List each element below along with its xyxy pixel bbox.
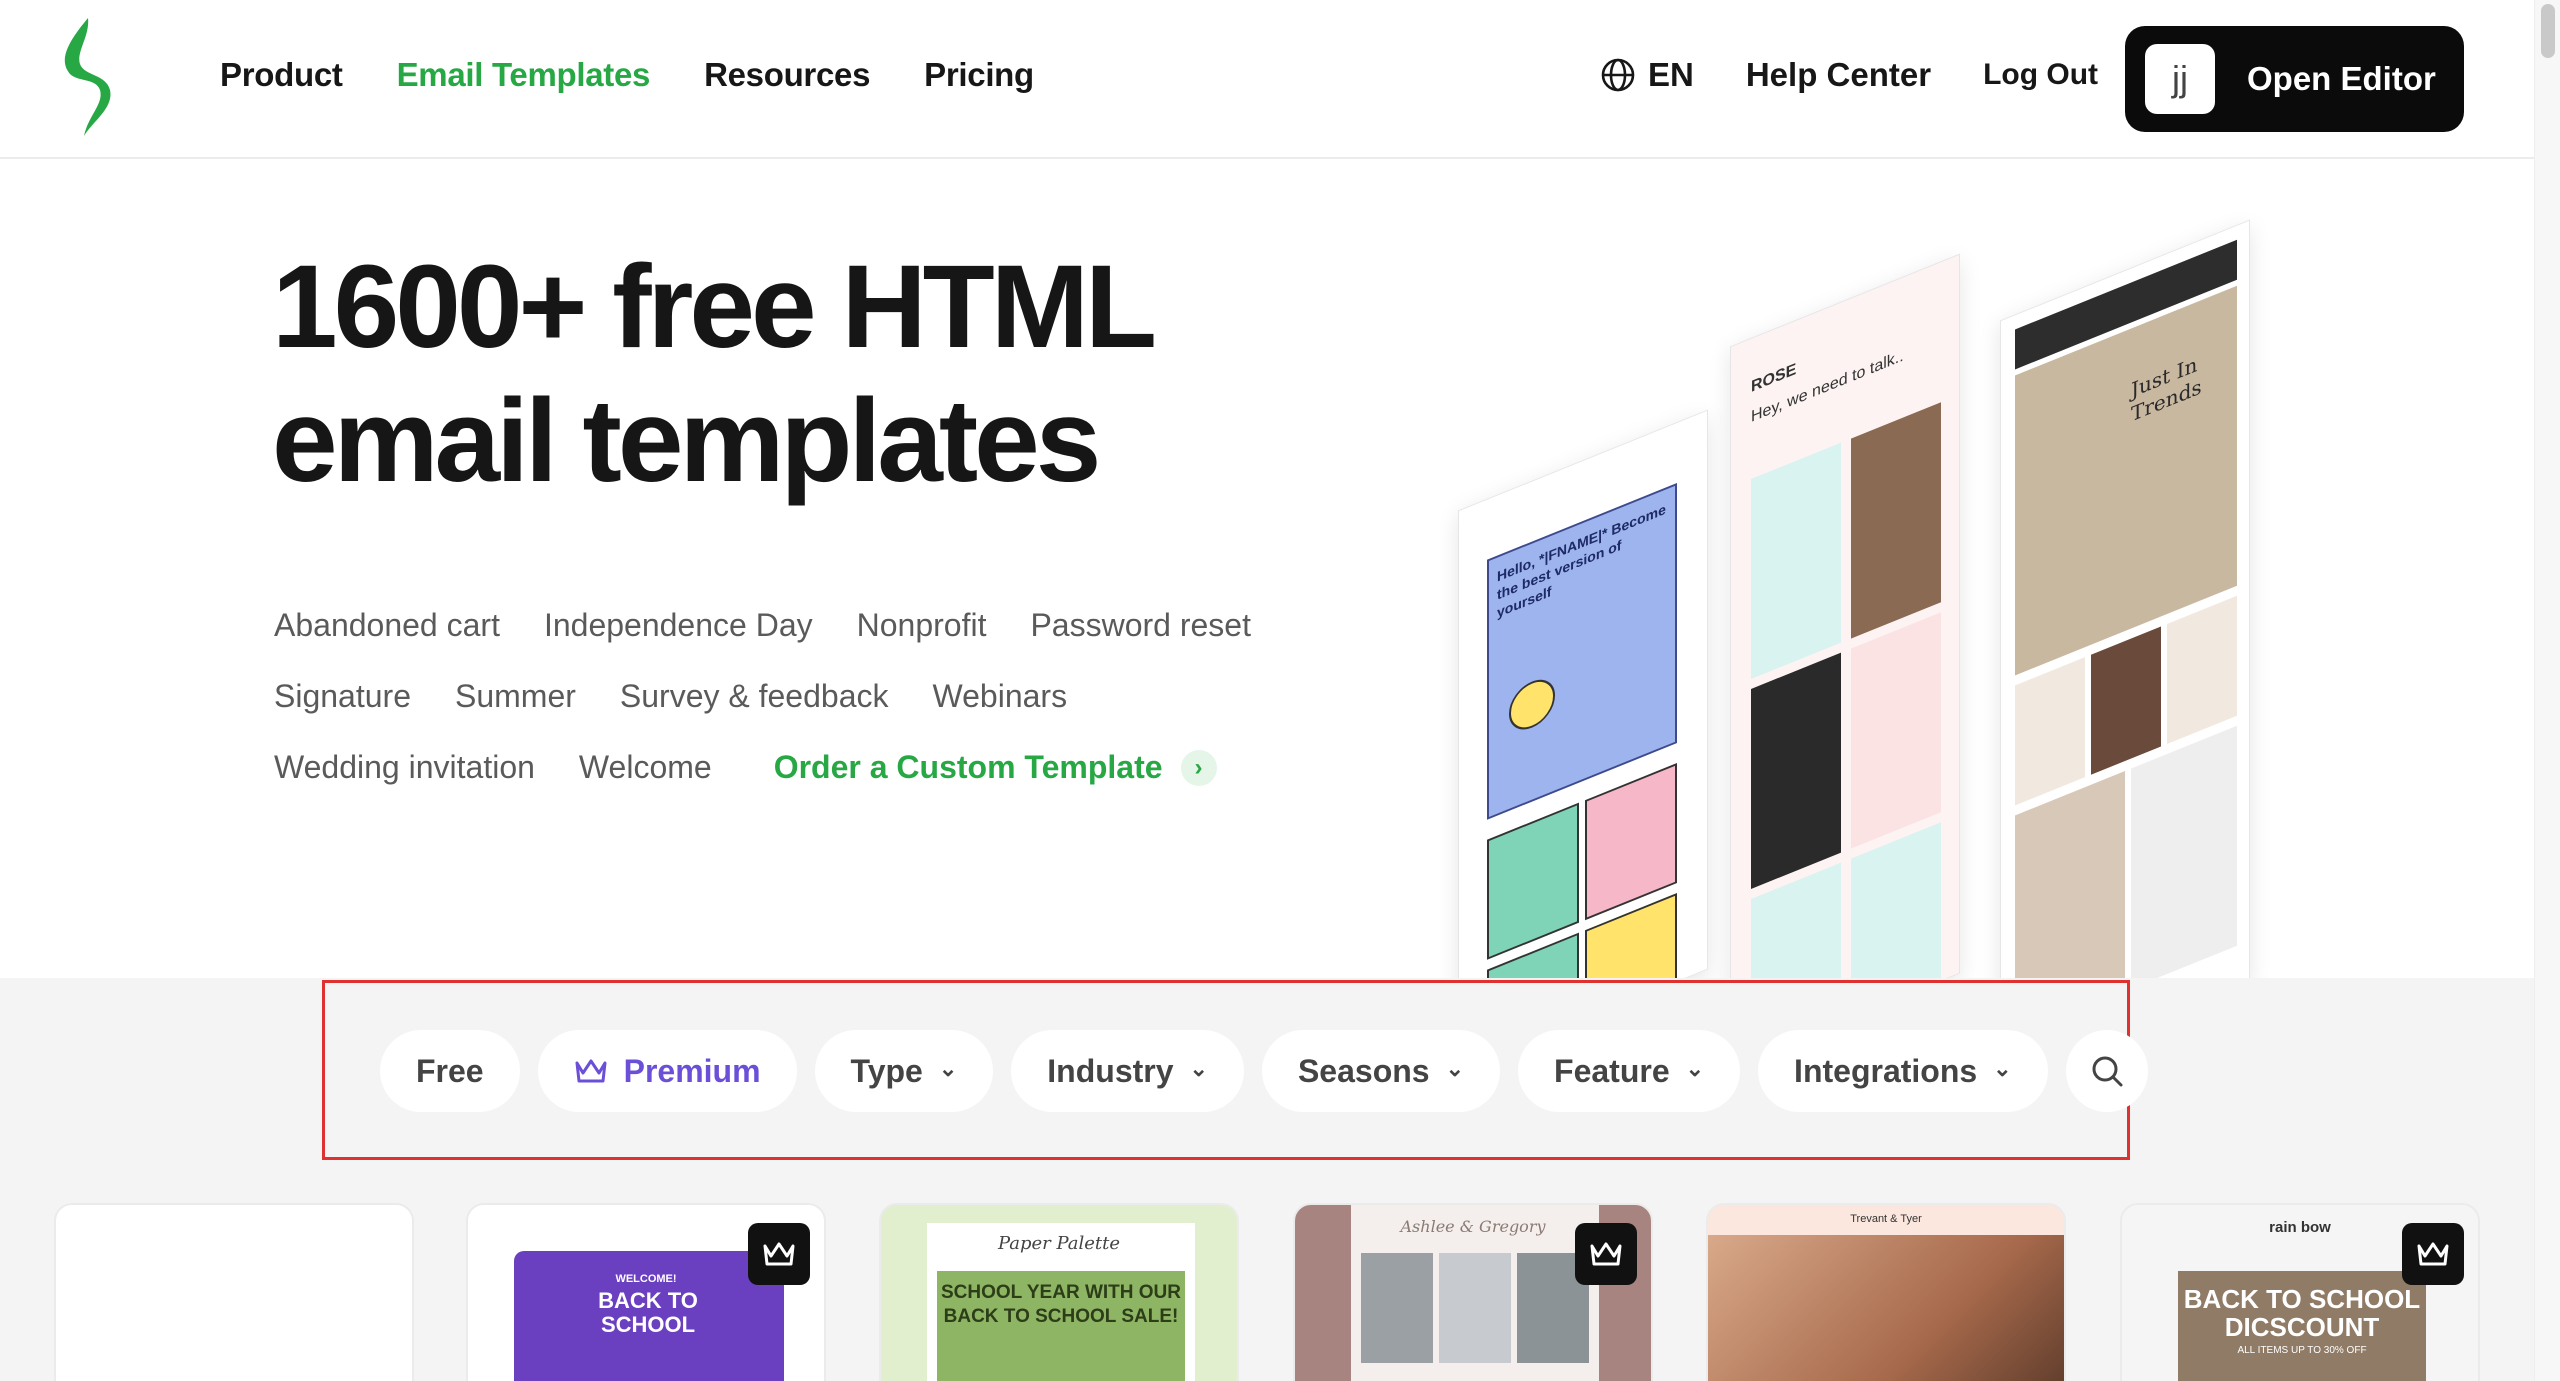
chevron-right-icon: ›	[1180, 749, 1217, 786]
premium-badge	[2402, 1223, 2464, 1285]
filter-integrations-label: Integrations	[1794, 1052, 1978, 1089]
tag-signature[interactable]: Signature	[274, 678, 411, 715]
avatar: jj	[2145, 44, 2215, 114]
card6-subtitle: ALL ITEMS UP TO 30% OFF	[2237, 1345, 2367, 1356]
filter-industry-dropdown[interactable]: Industry ⌄	[1011, 1030, 1244, 1112]
template-preview-1: Hello, *|FNAME|* Become the best version…	[1458, 409, 1708, 978]
filter-bar: Free Premium Type ⌄ Industry ⌄ Seasons ⌄…	[380, 1030, 2148, 1112]
tag-webinars[interactable]: Webinars	[932, 678, 1067, 715]
filter-integrations-dropdown[interactable]: Integrations ⌄	[1758, 1030, 2048, 1112]
filter-type-label: Type	[850, 1052, 923, 1089]
card6-title: BACK TO SCHOOL DICSCOUNT	[2183, 1284, 2421, 1342]
template-preview-3: Just In Trends	[2000, 219, 2250, 978]
open-editor-label: Open Editor	[2247, 60, 2436, 97]
template-card-4[interactable]: Ashlee & Gregory	[1293, 1203, 1653, 1381]
tag-password-reset[interactable]: Password reset	[1030, 607, 1251, 644]
filter-free-label: Free	[416, 1052, 484, 1089]
main-nav: Product Email Templates Resources Pricin…	[220, 56, 1034, 94]
crown-icon	[2417, 1242, 2449, 1266]
open-editor-button[interactable]: jj Open Editor	[2125, 26, 2464, 132]
chevron-down-icon: ⌄	[1993, 1056, 2012, 1081]
filter-feature-dropdown[interactable]: Feature ⌄	[1518, 1030, 1741, 1112]
nav-pricing[interactable]: Pricing	[924, 56, 1034, 94]
template-preview-2: ROSE Hey, we need to talk..	[1730, 253, 1960, 978]
tag-survey-feedback[interactable]: Survey & feedback	[620, 678, 889, 715]
logout-link[interactable]: Log Out	[1983, 58, 2098, 92]
nav-email-templates[interactable]: Email Templates	[397, 56, 651, 94]
scrollbar[interactable]	[2534, 0, 2560, 1381]
crown-icon	[575, 1059, 607, 1083]
title-line-2: email templates	[272, 375, 1101, 507]
scrollbar-thumb[interactable]	[2541, 4, 2555, 58]
premium-badge	[748, 1223, 810, 1285]
card3-brand: Paper Palette	[997, 1233, 1121, 1254]
filter-feature-label: Feature	[1554, 1052, 1670, 1089]
template-card-2[interactable]: WELCOME! BACK TO SCHOOL	[466, 1203, 826, 1381]
tag-wedding-invitation[interactable]: Wedding invitation	[274, 749, 535, 786]
card5-names: Trevant & Tyer	[1850, 1213, 1922, 1225]
tag-abandoned-cart[interactable]: Abandoned cart	[274, 607, 500, 644]
filter-seasons-label: Seasons	[1297, 1052, 1430, 1089]
tag-welcome[interactable]: Welcome	[579, 749, 712, 786]
chevron-down-icon: ⌄	[938, 1056, 958, 1081]
chevron-down-icon: ⌄	[1685, 1056, 1705, 1081]
tag-independence-day[interactable]: Independence Day	[544, 607, 813, 644]
nav-resources[interactable]: Resources	[704, 56, 870, 94]
template-card-5[interactable]: Trevant & Tyer	[1706, 1203, 2066, 1381]
crown-icon	[763, 1242, 795, 1266]
stripo-logo-icon[interactable]	[48, 12, 120, 142]
filter-seasons-dropdown[interactable]: Seasons ⌄	[1261, 1030, 1501, 1112]
chevron-down-icon: ⌄	[1189, 1056, 1208, 1081]
template-card-1[interactable]	[54, 1203, 414, 1381]
template-card-6[interactable]: rain bow BACK TO SCHOOL DICSCOUNT ALL IT…	[2120, 1203, 2480, 1381]
language-selector[interactable]: EN	[1600, 56, 1694, 94]
nav-product[interactable]: Product	[220, 56, 343, 94]
filter-premium[interactable]: Premium	[537, 1030, 797, 1112]
globe-icon	[1601, 58, 1635, 92]
mock2-brand: ROSE	[1751, 360, 1797, 396]
filter-industry-label: Industry	[1047, 1052, 1174, 1089]
right-nav: EN Help Center Log Out	[1600, 56, 2098, 94]
order-custom-template-link[interactable]: Order a Custom Template ›	[774, 749, 1217, 786]
category-tags: Abandoned cart Independence Day Nonprofi…	[274, 590, 1334, 803]
card2-title: BACK TO SCHOOL	[598, 1288, 698, 1337]
order-custom-template-label: Order a Custom Template	[773, 749, 1163, 785]
site-header: Product Email Templates Resources Pricin…	[0, 0, 2534, 159]
search-icon	[2092, 1056, 2123, 1087]
language-label: EN	[1648, 56, 1694, 93]
premium-badge	[1575, 1223, 1637, 1285]
hero-illustration: Hello, *|FNAME|* Become the best version…	[1440, 180, 2270, 978]
search-button[interactable]	[2065, 1030, 2148, 1112]
tag-summer[interactable]: Summer	[455, 678, 576, 715]
help-center-link[interactable]: Help Center	[1746, 56, 1931, 94]
chevron-down-icon: ⌄	[1445, 1056, 1465, 1081]
filter-premium-label: Premium	[623, 1052, 761, 1089]
template-card-3[interactable]: Paper Palette SCHOOL YEAR WITH OUR BACK …	[879, 1203, 1239, 1381]
crown-icon	[1590, 1242, 1622, 1266]
card3-title: SCHOOL YEAR WITH OUR BACK TO SCHOOL SALE…	[941, 1282, 1181, 1327]
filter-type-dropdown[interactable]: Type ⌄	[814, 1030, 994, 1112]
page-title: 1600+ free HTML email templates	[272, 240, 1157, 508]
filter-free[interactable]: Free	[380, 1030, 520, 1112]
tag-nonprofit[interactable]: Nonprofit	[857, 607, 987, 644]
title-line-1: 1600+ free HTML	[272, 241, 1157, 373]
